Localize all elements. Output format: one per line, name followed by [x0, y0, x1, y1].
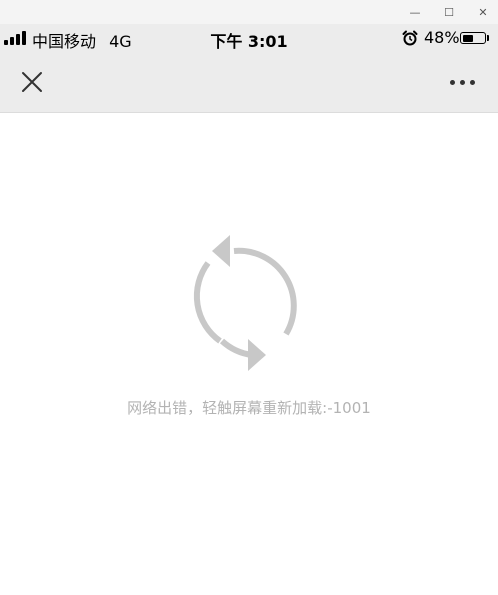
window-title-bar: — ☐ ✕ — [0, 0, 498, 24]
status-bar: 中国移动 4G 下午 3:01 48% — [0, 24, 498, 52]
battery-tip — [487, 35, 489, 41]
window-maximize-button[interactable]: ☐ — [432, 0, 466, 24]
battery-level-fill — [462, 34, 473, 42]
refresh-icon — [193, 235, 297, 371]
window-close-button[interactable]: ✕ — [466, 0, 498, 24]
nav-bar — [0, 52, 498, 113]
error-message: 网络出错，轻触屏幕重新加载:-1001 — [127, 399, 371, 417]
close-icon[interactable] — [14, 64, 50, 100]
battery-icon — [460, 32, 486, 44]
more-dots-icon[interactable] — [444, 68, 480, 96]
battery-percent: 48% — [424, 28, 460, 47]
alarm-clock-icon — [402, 30, 418, 46]
error-reload-area[interactable]: 网络出错，轻触屏幕重新加载:-1001 — [0, 113, 498, 595]
window-minimize-button[interactable]: — — [398, 0, 432, 24]
